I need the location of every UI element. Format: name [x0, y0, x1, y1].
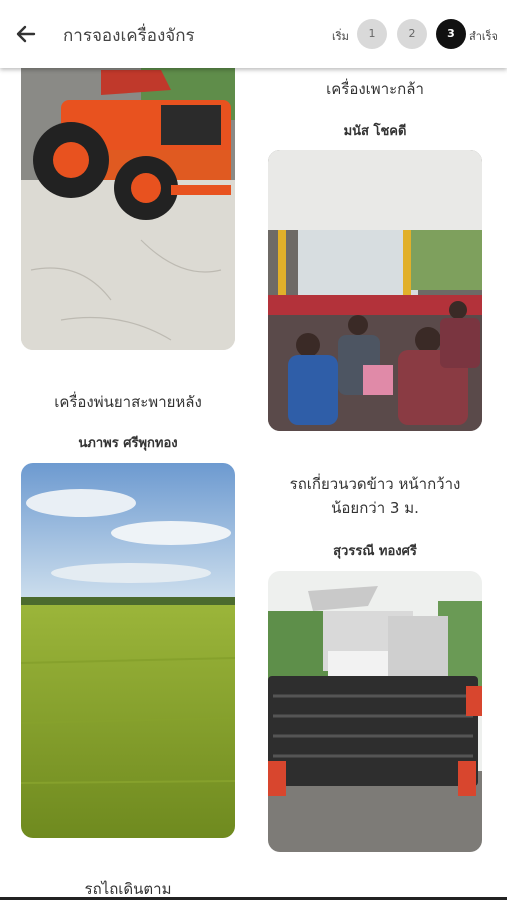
- step-2[interactable]: 2: [397, 19, 427, 49]
- back-arrow-icon[interactable]: [12, 20, 40, 48]
- machine-name-harvester: รถเกี่ยวนวดข้าว หน้ากว้าง น้อยกว่า 3 ม.: [268, 472, 482, 520]
- machine-name-harvester-line1: รถเกี่ยวนวดข้าว หน้ากว้าง: [289, 475, 461, 493]
- tractor-image[interactable]: [21, 40, 235, 350]
- machine-name-harvester-line2: น้อยกว่า 3 ม.: [331, 499, 419, 517]
- machine-name-seedling: เครื่องเพาะกล้า: [326, 80, 424, 98]
- sprayer-image[interactable]: [21, 463, 235, 838]
- app-header: การจองเครื่องจักร เริ่ม 1 2 3 สำเร็จ: [0, 0, 507, 68]
- step-1[interactable]: 1: [357, 19, 387, 49]
- step-3[interactable]: 3: [436, 19, 466, 49]
- machine-name-sprayer: เครื่องพ่นยาสะพายหลัง: [54, 393, 202, 411]
- page-title: การจองเครื่องจักร: [63, 26, 195, 46]
- owner-name-harvester: สุวรรณี ทองศรี: [333, 544, 417, 559]
- step-end-label: สำเร็จ: [469, 30, 499, 43]
- owner-name-seedling: มนัส โชคดี: [343, 124, 407, 139]
- harvester-image[interactable]: [268, 571, 482, 852]
- seedling-machine-image[interactable]: [268, 150, 482, 431]
- owner-name-sprayer: นภาพร ศรีพุกทอง: [78, 436, 178, 451]
- step-start-label: เริ่ม: [332, 30, 349, 43]
